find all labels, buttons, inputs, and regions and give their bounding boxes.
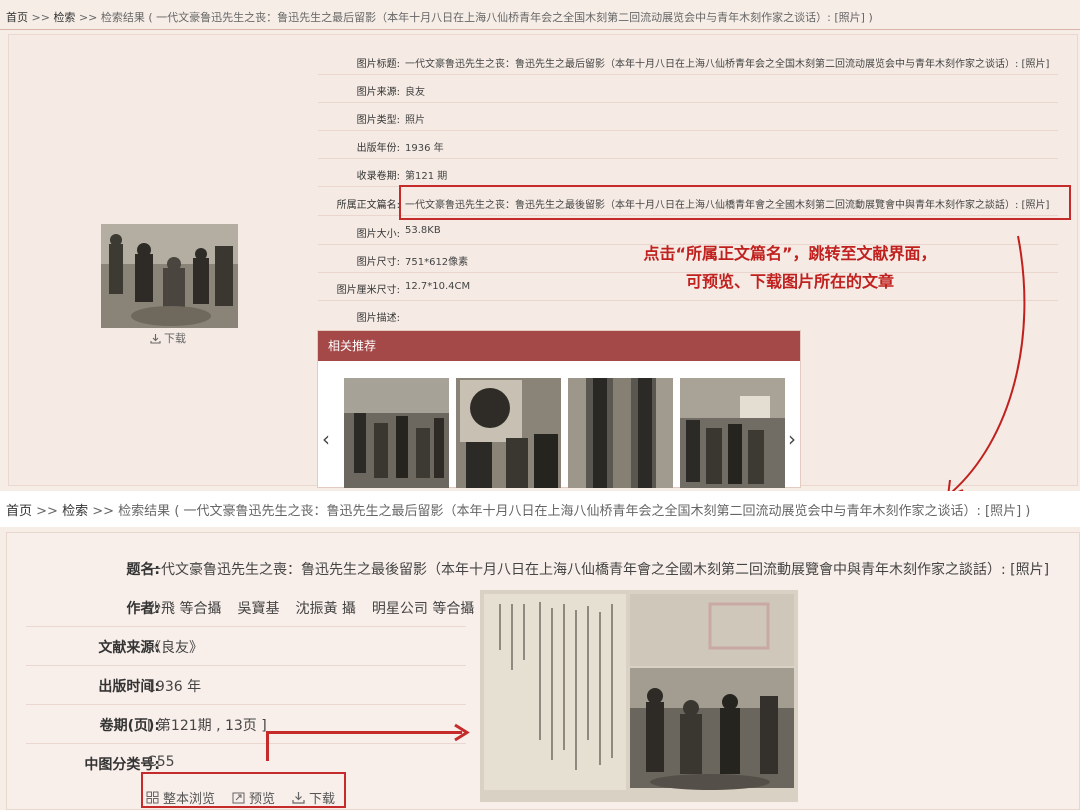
field-label: 所属正文篇名: [336,200,400,211]
download-label: 下载 [309,792,336,807]
field-label: 收录卷期: [356,171,400,182]
related-image[interactable] [568,378,673,488]
field-row-source: 图片来源: 良友 [318,75,1058,103]
breadcrumb-query: ( 一代文豪鲁迅先生之丧：鲁迅先生之最后留影（本年十月八日在上海八仙桥青年会之全… [174,504,1031,519]
author-link[interactable]: 吳寶基 [237,601,279,617]
source-link[interactable]: 《良友》 [147,637,203,657]
author-link[interactable]: 沈振黃 攝 [295,601,355,617]
field-row-type: 图片类型: 照片 [318,103,1058,131]
field-row-issue: 卷期(页): [ 第121期 , 13页 ] [26,705,466,744]
field-row-issue: 收录卷期: 第121 期 [318,159,1058,187]
field-label: 图片类型: [356,115,400,126]
photo-thumbnail[interactable] [101,224,238,328]
field-value: C55 [147,754,175,770]
author-link[interactable]: 明星公司 等合攝 [372,601,474,617]
download-label: 下载 [164,332,186,345]
field-value: 751*612像素 [405,257,469,268]
breadcrumb: 首页 >> 检索 >> 检索结果 ( 一代文豪鲁迅先生之丧：鲁迅先生之最后留影（… [6,500,1030,519]
download-button[interactable]: 下载 [292,788,335,807]
browse-whole-button[interactable]: 整本浏览 [146,788,215,807]
arrow-right-icon [454,723,470,742]
related-image[interactable] [456,378,561,488]
field-value: 照片 [405,115,425,126]
field-label: 图片大小: [356,229,400,240]
breadcrumb-results: 检索结果 [100,11,145,24]
breadcrumb-separator: >> [31,11,54,24]
breadcrumb-search[interactable]: 检索 [53,11,75,24]
connector-line [266,731,462,734]
field-label: 图片来源: [356,87,400,98]
breadcrumb-home[interactable]: 首页 [6,11,28,24]
divider [0,29,1080,30]
related-image[interactable] [344,378,449,488]
preview-button[interactable]: 预览 [232,788,275,807]
field-row-pubtime: 出版时间: 1936 年 [26,666,466,705]
field-value: 53.8KB [405,225,441,236]
field-row-title: 题名: 一代文豪鲁迅先生之喪：鲁迅先生之最後留影（本年十月八日在上海八仙橋青年會… [26,549,1066,588]
related-recommendations: 相关推荐 ‹ › [317,330,801,488]
breadcrumb: 首页 >> 检索 >> 检索结果 ( 一代文豪鲁迅先生之丧：鲁迅先生之最后留影（… [6,9,873,25]
field-value: 1936 年 [147,679,202,695]
thumbnail-download-link[interactable]: 下载 [150,330,186,346]
grid-icon [146,791,159,804]
field-value: 一代文豪鲁迅先生之丧：鲁迅先生之最后留影（本年十月八日在上海八仙桥青年会之全国木… [405,59,1050,70]
chevron-left-icon[interactable]: ‹ [322,427,330,451]
field-value: 1936 年 [405,143,444,154]
field-value: 12.7*10.4CM [405,281,471,292]
field-row-source: 文献来源: 《良友》 [26,627,466,666]
field-label: 图片描述: [356,313,400,324]
author-link[interactable]: 沙飛 等合攝 [147,601,221,617]
field-row-title: 图片标题: 一代文豪鲁迅先生之丧：鲁迅先生之最后留影（本年十月八日在上海八仙桥青… [318,47,1058,75]
field-value: 第121 期 [405,171,448,182]
field-row-authors: 作者: 沙飛 等合攝 吳寶基 沈振黃 攝明星公司 等合攝 [26,588,474,627]
field-row-year: 出版年份: 1936 年 [318,131,1058,159]
preview-label: 预览 [249,792,276,807]
connector-line [266,733,269,761]
related-image-list [344,378,785,488]
breadcrumb-results: 检索结果 [118,504,171,519]
author-list: 沙飛 等合攝 吳寶基 沈振黃 攝 明星公司 等合攝 [147,598,490,618]
field-value: [ 第121期 , 13页 ] [147,718,267,734]
field-label: 图片尺寸: [356,257,400,268]
field-label: 图片标题: [356,59,400,70]
preview-icon [232,792,245,804]
field-label: 出版年份: [356,143,400,154]
breadcrumb-query: ( 一代文豪鲁迅先生之丧：鲁迅先生之最后留影（本年十月八日在上海八仙桥青年会之全… [148,11,873,24]
related-image[interactable] [680,378,785,488]
download-icon [150,333,161,344]
highlight-box-article [399,185,1071,220]
breadcrumb-separator: >> [92,504,119,519]
document-page-preview[interactable] [480,590,798,802]
curved-arrow-icon [946,235,1026,498]
breadcrumb-separator: >> [36,504,63,519]
field-label: 图片厘米尺寸: [336,285,400,296]
chevron-right-icon[interactable]: › [788,427,796,451]
breadcrumb-separator: >> [78,11,101,24]
breadcrumb-search[interactable]: 检索 [62,504,88,519]
document-title: 一代文豪鲁迅先生之喪：鲁迅先生之最後留影（本年十月八日在上海八仙橋青年會之全國木… [147,562,1050,578]
browse-whole-label: 整本浏览 [163,792,216,807]
field-value: 良友 [405,87,425,98]
breadcrumb-home[interactable]: 首页 [6,504,32,519]
related-title: 相关推荐 [318,331,800,361]
download-icon [292,792,305,804]
